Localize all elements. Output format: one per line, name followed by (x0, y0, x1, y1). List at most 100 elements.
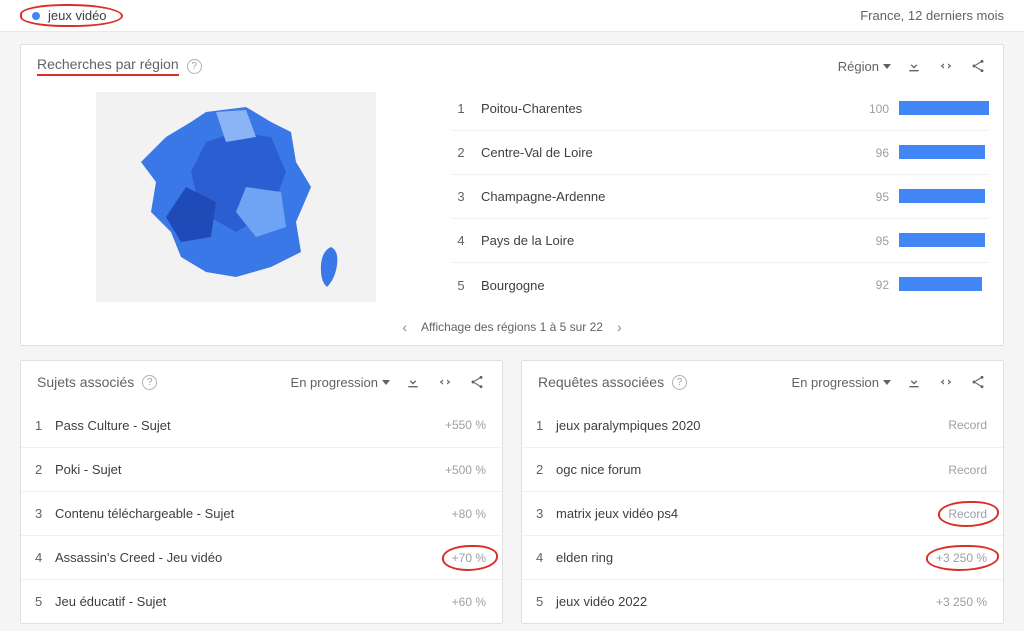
chevron-down-icon (382, 380, 390, 385)
share-icon[interactable] (969, 373, 987, 391)
share-icon[interactable] (969, 57, 987, 75)
region-name: Pays de la Loire (481, 233, 849, 248)
region-bar (899, 101, 989, 117)
query-row[interactable]: 5jeux vidéo 2022+3 250 % (522, 579, 1003, 623)
query-rank: 2 (536, 462, 556, 477)
embed-icon[interactable] (937, 57, 955, 75)
region-scope-dropdown[interactable]: Région (838, 59, 891, 74)
france-map[interactable] (21, 87, 451, 307)
download-icon[interactable] (905, 57, 923, 75)
queries-sort-dropdown[interactable]: En progression (792, 375, 891, 390)
query-value: +3 250 % (936, 595, 989, 609)
subject-rank: 1 (35, 418, 55, 433)
region-value: 96 (859, 146, 889, 160)
region-value: 100 (859, 102, 889, 116)
help-icon[interactable]: ? (187, 59, 202, 74)
subject-row[interactable]: 4Assassin's Creed - Jeu vidéo+70 % (21, 535, 502, 579)
subject-label: Poki - Sujet (55, 462, 445, 477)
region-value: 92 (859, 278, 889, 292)
region-rank: 2 (451, 145, 471, 160)
subject-row[interactable]: 5Jeu éducatif - Sujet+60 % (21, 579, 502, 623)
pager-prev-icon[interactable]: ‹ (402, 319, 407, 335)
query-row[interactable]: 1jeux paralympiques 2020Record (522, 403, 1003, 447)
subject-value: +70 % (452, 551, 488, 565)
region-rank: 3 (451, 189, 471, 204)
region-bar (899, 189, 989, 205)
region-bar (899, 277, 989, 293)
subject-label: Jeu éducatif - Sujet (55, 594, 452, 609)
download-icon[interactable] (905, 373, 923, 391)
subject-label: Assassin's Creed - Jeu vidéo (55, 550, 452, 565)
region-card: Recherches par région ? Région (20, 44, 1004, 346)
subject-value: +500 % (445, 463, 488, 477)
subject-rank: 2 (35, 462, 55, 477)
subject-label: Pass Culture - Sujet (55, 418, 445, 433)
search-term-chip[interactable]: jeux vidéo (20, 4, 123, 27)
subjects-sort-label: En progression (291, 375, 378, 390)
subjects-card-title: Sujets associés (37, 374, 134, 390)
subject-value: +80 % (452, 507, 488, 521)
subject-rank: 3 (35, 506, 55, 521)
share-icon[interactable] (468, 373, 486, 391)
queries-sort-label: En progression (792, 375, 879, 390)
region-ranking-list: 1 Poitou-Charentes 100 2 Centre-Val de Loire… (451, 87, 1003, 307)
subjects-sort-dropdown[interactable]: En progression (291, 375, 390, 390)
related-queries-card: Requêtes associées ? En progression (521, 360, 1004, 624)
region-card-title: Recherches par région (37, 56, 179, 76)
subject-rank: 4 (35, 550, 55, 565)
region-bar (899, 233, 989, 249)
related-subjects-card: Sujets associés ? En progression (20, 360, 503, 624)
query-value: +3 250 % (936, 551, 989, 565)
region-name: Poitou-Charentes (481, 101, 849, 116)
region-card-header: Recherches par région ? Région (21, 45, 1003, 87)
region-rank: 4 (451, 233, 471, 248)
chevron-down-icon (883, 380, 891, 385)
query-rank: 1 (536, 418, 556, 433)
queries-card-header: Requêtes associées ? En progression (522, 361, 1003, 403)
query-label: jeux paralympiques 2020 (556, 418, 948, 433)
region-scope-dropdown-label: Région (838, 59, 879, 74)
search-term-label: jeux vidéo (48, 8, 107, 23)
query-label: jeux vidéo 2022 (556, 594, 936, 609)
region-pager: ‹ Affichage des régions 1 à 5 sur 22 › (21, 313, 1003, 345)
subject-rank: 5 (35, 594, 55, 609)
region-rank: 1 (451, 101, 471, 116)
subject-row[interactable]: 1Pass Culture - Sujet+550 % (21, 403, 502, 447)
top-bar: jeux vidéo France, 12 derniers mois (0, 0, 1024, 32)
region-row[interactable]: 2 Centre-Val de Loire 96 (451, 131, 989, 175)
region-rank: 5 (451, 278, 471, 293)
query-label: matrix jeux vidéo ps4 (556, 506, 948, 521)
subject-row[interactable]: 2Poki - Sujet+500 % (21, 447, 502, 491)
query-value: Record (948, 507, 989, 521)
help-icon[interactable]: ? (142, 375, 157, 390)
pager-text: Affichage des régions 1 à 5 sur 22 (421, 320, 603, 334)
region-name: Bourgogne (481, 278, 849, 293)
query-label: elden ring (556, 550, 936, 565)
region-row[interactable]: 5 Bourgogne 92 (451, 263, 989, 307)
chevron-down-icon (883, 64, 891, 69)
context-label: France, 12 derniers mois (860, 8, 1004, 23)
series-dot-icon (32, 12, 40, 20)
subject-row[interactable]: 3Contenu téléchargeable - Sujet+80 % (21, 491, 502, 535)
query-row[interactable]: 2ogc nice forumRecord (522, 447, 1003, 491)
help-icon[interactable]: ? (672, 375, 687, 390)
query-value: Record (948, 463, 989, 477)
subject-value: +550 % (445, 418, 488, 432)
region-name: Centre-Val de Loire (481, 145, 849, 160)
embed-icon[interactable] (937, 373, 955, 391)
query-rank: 3 (536, 506, 556, 521)
download-icon[interactable] (404, 373, 422, 391)
pager-next-icon[interactable]: › (617, 319, 622, 335)
query-row[interactable]: 3matrix jeux vidéo ps4Record (522, 491, 1003, 535)
query-rank: 5 (536, 594, 556, 609)
queries-card-title: Requêtes associées (538, 374, 664, 390)
query-rank: 4 (536, 550, 556, 565)
embed-icon[interactable] (436, 373, 454, 391)
region-row[interactable]: 4Pays de la Loire95 (451, 219, 989, 263)
region-name: Champagne-Ardenne (481, 189, 849, 204)
query-row[interactable]: 4elden ring+3 250 % (522, 535, 1003, 579)
region-row[interactable]: 3Champagne-Ardenne95 (451, 175, 989, 219)
region-bar (899, 145, 989, 161)
subjects-card-header: Sujets associés ? En progression (21, 361, 502, 403)
region-row[interactable]: 1 Poitou-Charentes 100 (451, 87, 989, 131)
